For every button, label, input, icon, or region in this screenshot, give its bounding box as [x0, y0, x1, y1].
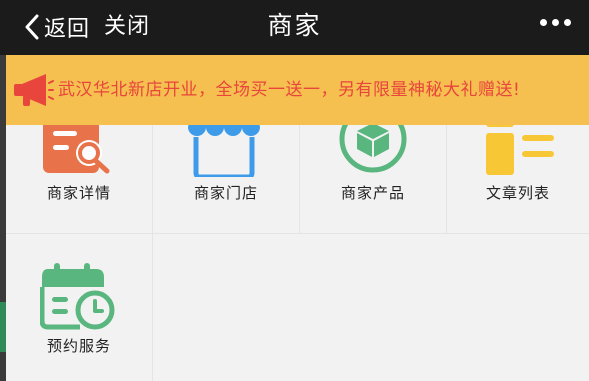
function-grid: 商家详情 商家门店 商家产品 文章列表 预约服务: [6, 105, 589, 381]
nav-bar: 返回 关闭 商家: [0, 0, 589, 55]
banner-text: 武汉华北新店开业，全场买一送一，另有限量神秘大礼赠送!: [58, 80, 521, 100]
grid-item-label: 商家产品: [340, 184, 405, 202]
more-dot-icon: [564, 19, 571, 26]
page-title: 商家: [267, 11, 322, 40]
grid-item-label: 商家门店: [193, 184, 258, 202]
more-dot-icon: [540, 19, 547, 26]
announcement-banner[interactable]: 武汉华北新店开业，全场买一送一，另有限量神秘大礼赠送!: [6, 55, 589, 125]
grid-item-label: 预约服务: [46, 337, 111, 355]
grid-item-label: 文章列表: [485, 184, 550, 202]
grid-item-booking-service[interactable]: 预约服务: [6, 234, 153, 381]
more-dot-icon: [552, 19, 559, 26]
more-options-button[interactable]: [540, 19, 571, 26]
app-frame: 返回 关闭 商家 武汉华北新店开业，全场买一送一，另有限量神秘大礼赠送! 商家详…: [0, 0, 589, 381]
calendar-clock-icon: [40, 263, 115, 330]
megaphone-icon: [14, 74, 54, 106]
grid-item-label: 商家详情: [46, 184, 111, 202]
